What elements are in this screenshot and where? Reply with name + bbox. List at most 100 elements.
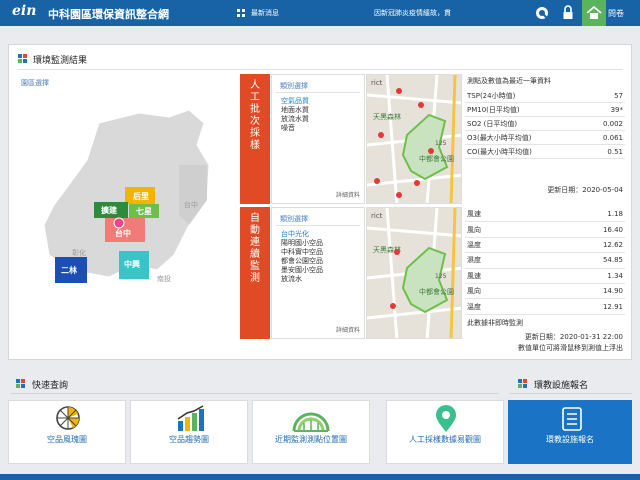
wind-rose-icon: [56, 406, 80, 430]
table-row: TSP(24小時值) 57: [465, 89, 625, 103]
card-air-trend[interactable]: 空品趨勢圖: [130, 400, 248, 464]
lock-icon: [563, 5, 573, 19]
auto-category-list: 台中光化 陽明國小空品 中科實中空品 都會公園空品 墨安國小空品 放流水: [281, 230, 323, 284]
label-bg-nantou: 南投: [157, 274, 171, 283]
category-item[interactable]: 放流水質: [281, 115, 309, 124]
card-station-map[interactable]: 近期監測測點位置圖: [252, 400, 370, 464]
category-item[interactable]: 台中光化: [281, 230, 323, 239]
footer-bar: [0, 474, 640, 480]
table-row: O3(最大小時平均值) 0.061: [465, 131, 625, 145]
register-title: 環教設施報名: [534, 381, 589, 391]
map-label-top: rict: [371, 212, 383, 220]
card-wind-rose[interactable]: 空品風瑰圖: [8, 400, 126, 464]
table-row: 風速 1.34: [465, 269, 625, 284]
map-label-park: 天黑森林: [373, 112, 401, 121]
map-label-top: rict: [371, 79, 383, 87]
location-pin-icon: [436, 405, 456, 432]
survey-link[interactable]: 問卷: [608, 8, 624, 19]
section-grid-icon: [518, 379, 527, 388]
label-qixing: 七星: [136, 206, 152, 216]
section-grid-icon: [16, 379, 25, 388]
auto-map-thumbnail[interactable]: rict 天黑森林 125 中都會公園: [366, 207, 462, 339]
label-zhongxing: 中興: [124, 259, 140, 269]
street-map: rict 天黑森林 125 中都會公園: [367, 75, 461, 203]
station-marker[interactable]: [396, 192, 402, 198]
search-button[interactable]: [530, 0, 554, 26]
table-row: SO2 (日平均值) 0.002: [465, 117, 625, 131]
bar-trend-icon: [177, 405, 204, 431]
map-label-route: 125: [435, 273, 447, 280]
table-row: 風向 14.90: [465, 284, 625, 300]
table-row: PM10(日平均值) 39*: [465, 103, 625, 117]
table-row: CO(最大小時平均值) 0.51: [465, 145, 625, 159]
location-marker: [113, 217, 125, 229]
category-item[interactable]: 都會公園空品: [281, 257, 323, 266]
map-label-route: 125: [435, 140, 447, 147]
station-marker[interactable]: [396, 88, 402, 94]
monitoring-panel: 環境監測結果 園區選擇 台中 彰化 南投 雲林 后里 七星 擴建 台中 中興 二…: [8, 44, 632, 360]
card-label: 環教設施報名: [546, 435, 594, 444]
station-marker[interactable]: [394, 249, 400, 255]
station-marker[interactable]: [428, 148, 434, 154]
manual-map-thumbnail[interactable]: rict 天黑森林 125 中都會公園: [366, 74, 462, 204]
site-logo[interactable]: ein: [12, 3, 36, 19]
label-houli: 后里: [133, 191, 149, 201]
category-item[interactable]: 中科實中空品: [281, 248, 323, 257]
section-grid-icon: [18, 54, 27, 63]
auto-data-table: 風速 1.18 風向 16.40 溫度 12.62 濕度 54.85 風速 1.34 風向…: [465, 207, 625, 341]
home-icon: [586, 5, 602, 19]
card-label: 人工採樣數據易觀圖: [409, 435, 481, 444]
latest-news-link[interactable]: 最新消息: [251, 8, 279, 18]
station-marker[interactable]: [378, 132, 384, 138]
home-button[interactable]: [582, 0, 606, 26]
table-row: 濕度 54.85: [465, 253, 625, 269]
station-marker[interactable]: [418, 102, 424, 108]
label-erlin: 二林: [61, 265, 77, 275]
top-header: ein 中科園區環保資訊整合網 最新消息 因新冠肺炎疫情緩故，貫 問卷: [0, 0, 640, 26]
category-select-title: 類別選擇: [280, 82, 308, 90]
manual-category-box: 類別選擇 空氣品質 地面水質 放流水質 噪音 詳細資料: [271, 74, 365, 204]
label-zhongjian: 擴建: [101, 205, 118, 215]
table-row: 風速 1.18: [465, 207, 625, 223]
search-icon: [536, 7, 548, 19]
grid-icon: [237, 9, 245, 17]
card-manual-data[interactable]: 人工採樣數據易觀圖: [386, 400, 504, 464]
site-title[interactable]: 中科園區環保資訊整合網: [48, 6, 169, 22]
unit-footnote: 數值單位可將滑鼠移到測值上浮出: [518, 344, 623, 352]
table-row: 風向 16.40: [465, 222, 625, 238]
detail-link[interactable]: 詳細資料: [336, 190, 360, 199]
checklist-icon: [562, 407, 582, 431]
station-marker[interactable]: [414, 180, 420, 186]
map-label-park-zh: 中都會公園: [419, 287, 454, 296]
auto-category-box: 類別選擇 台中光化 陽明國小空品 中科實中空品 都會公園空品 墨安國小空品 放流…: [271, 207, 365, 339]
category-item[interactable]: 地面水質: [281, 106, 309, 115]
detail-link[interactable]: 詳細資料: [336, 325, 360, 334]
arch-icon: [292, 412, 330, 432]
category-item[interactable]: 放流水: [281, 275, 323, 284]
category-item[interactable]: 墨安國小空品: [281, 266, 323, 275]
tab-auto-monitoring[interactable]: 自 動 連 續 監 測: [240, 207, 270, 339]
tab-manual-sampling[interactable]: 人 工 批 次 採 樣: [240, 74, 270, 204]
card-label: 近期監測測點位置圖: [275, 435, 347, 444]
label-taichung: 台中: [115, 228, 131, 238]
station-marker[interactable]: [374, 178, 380, 184]
news-ticker[interactable]: 因新冠肺炎疫情緩故，貫: [374, 8, 451, 18]
region-select-title: 園區選擇: [21, 79, 49, 87]
station-marker[interactable]: [390, 303, 396, 309]
update-date: 更新日期：2020-05-04: [547, 186, 623, 194]
label-bg-taichung: 台中: [184, 200, 198, 209]
data-note: 此數據非即時監測: [467, 318, 523, 327]
science-park-map: 台中 彰化 南投 雲林 后里 七星 擴建 台中 中興 二林 虎尾: [43, 109, 210, 283]
category-item[interactable]: 陽明國小空品: [281, 239, 323, 248]
category-item[interactable]: 噪音: [281, 124, 309, 133]
card-label: 空品趨勢圖: [169, 435, 209, 444]
manual-data-table: 測點及數值為最近一筆資料 TSP(24小時值) 57 PM10(日平均值) 39* …: [465, 74, 625, 204]
label-bg-changhua: 彰化: [72, 248, 86, 257]
category-item[interactable]: 空氣品質: [281, 97, 309, 106]
street-map: rict 天黑森林 125 中都會公園: [367, 208, 461, 338]
card-facility-register[interactable]: 環教設施報名: [508, 400, 632, 464]
table-row: 溫度 12.91: [465, 299, 625, 315]
table-row: 溫度 12.62: [465, 238, 625, 254]
login-button[interactable]: [556, 0, 580, 26]
manual-category-list: 空氣品質 地面水質 放流水質 噪音: [281, 97, 309, 133]
